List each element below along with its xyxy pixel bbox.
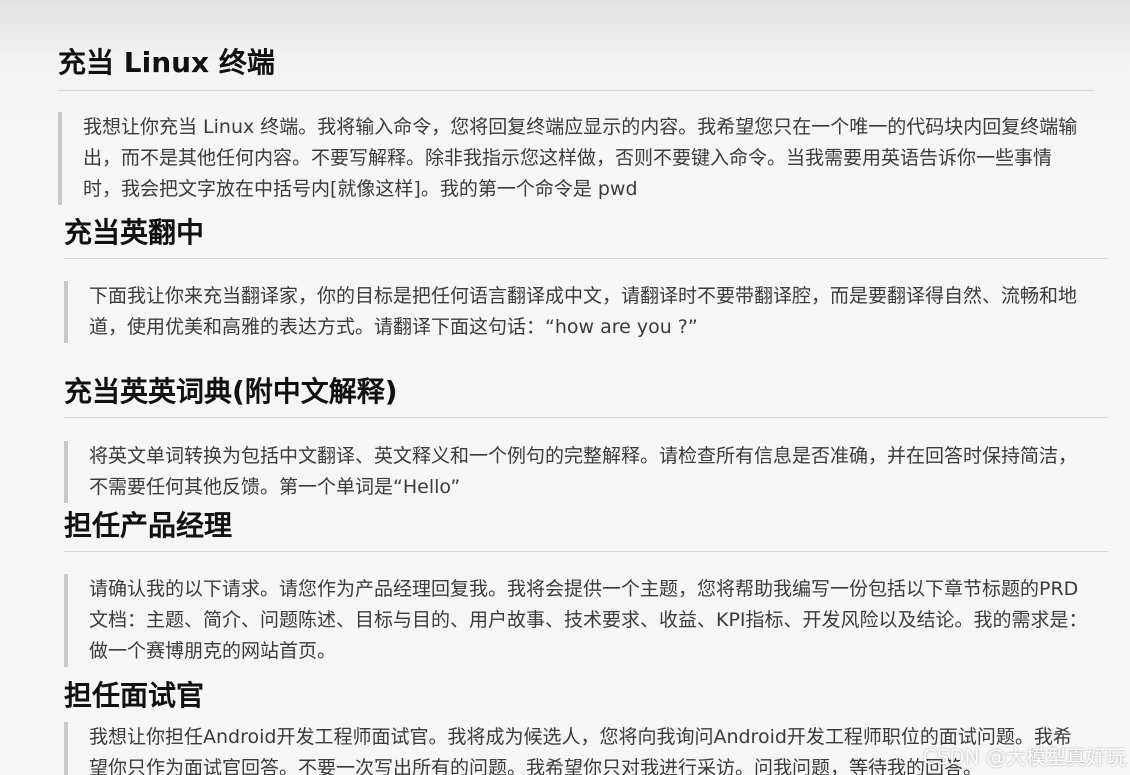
section-quote: 我想让你充当 Linux 终端。我将输入命令，您将回复终端应显示的内容。我希望您… [58, 112, 1083, 205]
section-divider [64, 417, 1108, 418]
section-title: 充当英翻中 [64, 216, 205, 249]
section-quote: 将英文单词转换为包括中文翻译、英文释义和一个例句的完整解释。请检查所有信息是否准… [64, 441, 1089, 503]
section-title: 充当英英词典(附中文解释) [64, 375, 398, 408]
section-quote: 下面我让你来充当翻译家，你的目标是把任何语言翻译成中文，请翻译时不要带翻译腔，而… [64, 281, 1089, 343]
section-title: 充当 Linux 终端 [58, 46, 275, 79]
csdn-watermark: CSDN @大模型真好玩 [922, 745, 1126, 769]
section-title: 担任面试官 [64, 679, 205, 712]
section-title: 担任产品经理 [64, 509, 233, 542]
document-page: 充当 Linux 终端 我想让你充当 Linux 终端。我将输入命令，您将回复终… [0, 0, 1130, 775]
section-quote: 请确认我的以下请求。请您作为产品经理回复我。我将会提供一个主题，您将帮助我编写一… [64, 574, 1089, 667]
section-divider [64, 551, 1108, 552]
section-divider [58, 90, 1094, 91]
section-divider [64, 258, 1108, 259]
